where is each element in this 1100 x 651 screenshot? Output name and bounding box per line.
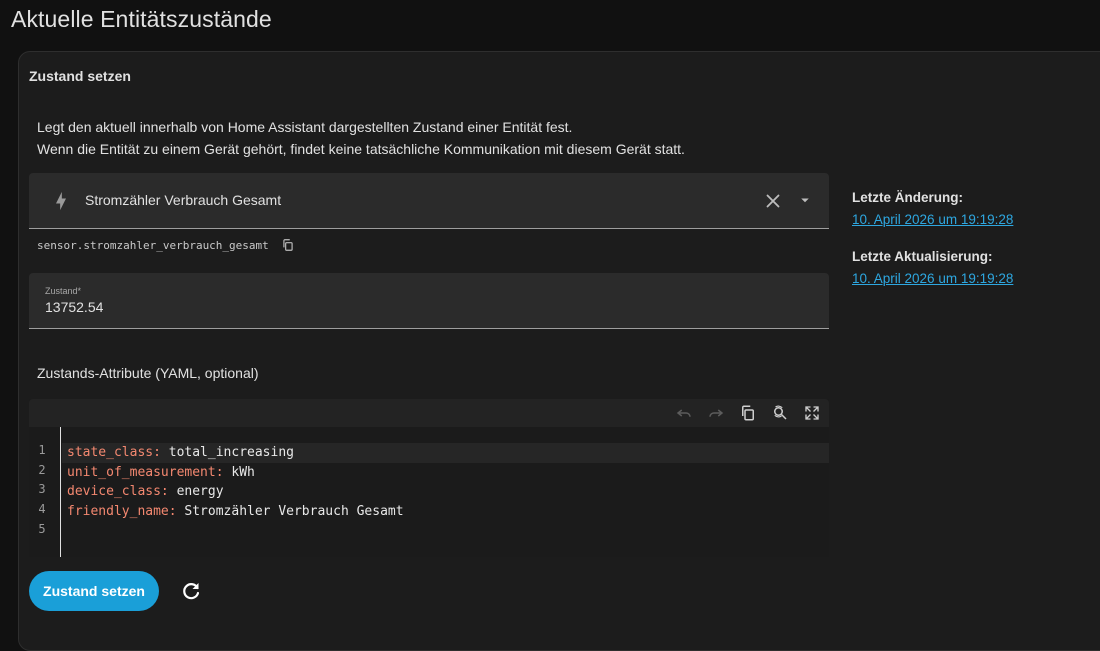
yaml-value: total_increasing [168,445,294,460]
yaml-separator: : [160,484,177,499]
fullscreen-icon[interactable] [803,404,821,422]
description-line-1: Legt den aktuell innerhalb von Home Assi… [37,119,573,135]
undo-icon[interactable] [675,404,693,422]
description-line-2: Wenn die Entität zu einem Gerät gehört, … [37,141,685,157]
yaml-value: energy [176,484,224,499]
state-field-value[interactable]: 13752.54 [45,299,103,315]
set-state-button[interactable]: Zustand setzen [29,571,159,611]
code-line[interactable]: state_class: total_increasing [62,443,829,463]
chevron-down-icon[interactable] [796,191,814,209]
last-updated-value[interactable]: 10. April 2026 um 19:19:28 [852,271,1013,286]
entity-id-row: sensor.stromzahler_verbrauch_gesamt [37,238,295,252]
entity-picker-value: Stromzähler Verbrauch Gesamt [85,192,282,208]
code-line[interactable]: friendly_name: Stromzähler Verbrauch Ges… [67,502,404,522]
yaml-key: state_class [67,445,154,460]
close-icon[interactable] [762,190,784,212]
editor-body[interactable]: 1 2 3 4 5 state_class: total_increasing … [29,427,829,557]
last-changed-label: Letzte Änderung: [852,190,963,205]
line-number: 2 [38,463,46,477]
yaml-key: device_class [67,484,161,499]
yaml-separator: : [215,465,232,480]
entity-id: sensor.stromzahler_verbrauch_gesamt [37,238,269,252]
code-line[interactable]: unit_of_measurement: kWh [67,463,255,483]
copy-icon[interactable] [739,404,757,422]
code-line[interactable]: device_class: energy [67,482,224,502]
line-number-gutter: 1 2 3 4 5 [29,427,61,557]
line-number: 3 [38,482,46,496]
line-number: 1 [38,443,46,457]
lightning-bolt-icon [56,191,66,211]
yaml-editor[interactable]: 1 2 3 4 5 state_class: total_increasing … [29,399,829,557]
search-replace-icon[interactable] [771,404,789,422]
card-header: Zustand setzen [29,68,131,84]
set-state-card: Zustand setzen Legt den aktuell innerhal… [18,51,1100,651]
attributes-title: Zustands-Attribute (YAML, optional) [37,365,259,381]
yaml-separator: : [168,504,185,519]
card-description: Legt den aktuell innerhalb von Home Assi… [37,116,685,160]
editor-toolbar [29,399,829,427]
entity-picker[interactable]: Stromzähler Verbrauch Gesamt [29,173,829,229]
yaml-value: kWh [231,465,255,480]
last-changed-value[interactable]: 10. April 2026 um 19:19:28 [852,212,1013,227]
copy-icon[interactable] [281,238,295,252]
last-updated-label: Letzte Aktualisierung: [852,249,993,264]
state-field[interactable]: Zustand* 13752.54 [29,273,829,329]
line-number: 5 [38,522,46,536]
refresh-icon[interactable] [179,579,203,603]
yaml-key: friendly_name [67,504,169,519]
page-title: Aktuelle Entitätszustände [11,6,272,32]
yaml-separator: : [153,445,169,460]
yaml-key: unit_of_measurement [67,465,216,480]
yaml-value: Stromzähler Verbrauch Gesamt [184,504,404,519]
redo-icon[interactable] [707,404,725,422]
state-field-label: Zustand* [45,286,82,296]
line-number: 4 [38,502,46,516]
